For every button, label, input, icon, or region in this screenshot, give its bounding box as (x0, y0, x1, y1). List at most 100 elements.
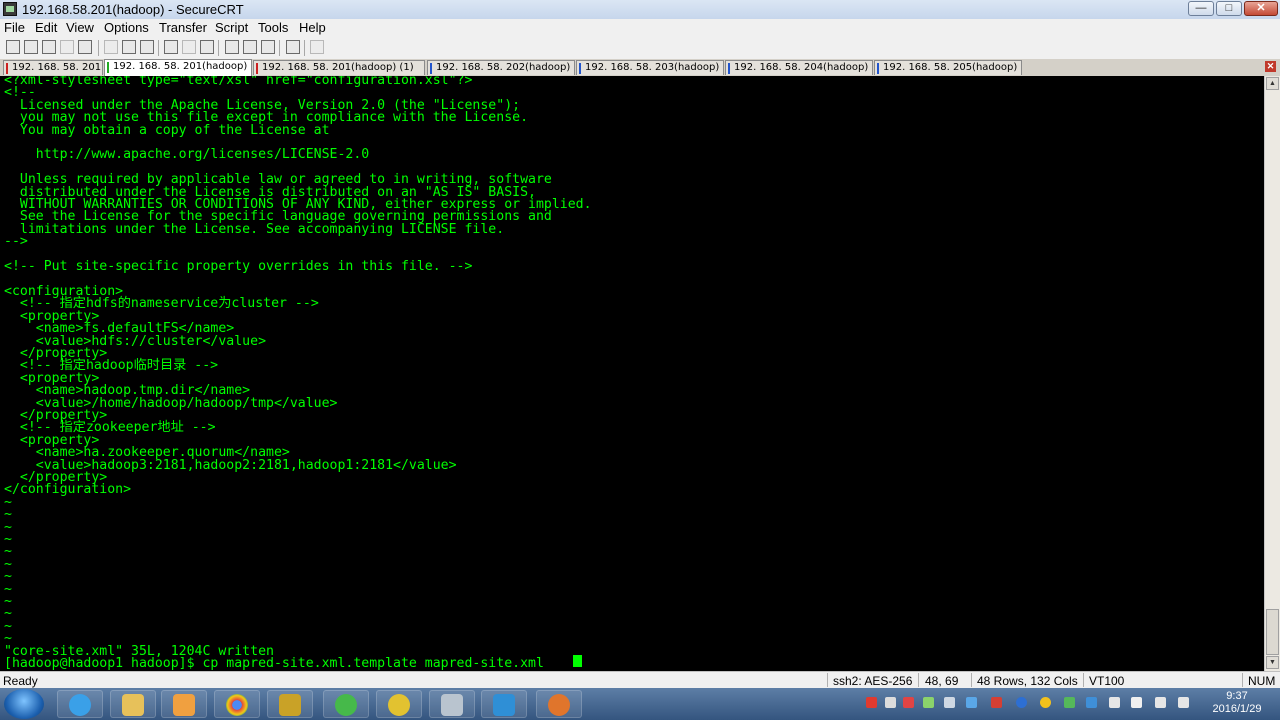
tray-plus-icon[interactable] (1040, 697, 1051, 708)
virtualbox-icon (493, 694, 515, 716)
tray-keyboard-icon[interactable] (1109, 697, 1120, 708)
toolbar-separator (98, 40, 99, 56)
taskbar-ultraedit[interactable] (376, 690, 422, 718)
tray-display-icon[interactable] (1086, 697, 1097, 708)
tab-session-201-hadoop[interactable]: 192. 168. 58. 201(hadoop) (104, 59, 252, 76)
tray-shield-icon[interactable] (944, 697, 955, 708)
ultraedit-icon (388, 694, 410, 716)
taskbar-internet-explorer[interactable] (57, 690, 103, 718)
taskbar-file-explorer[interactable] (110, 690, 156, 718)
browser-360-icon (335, 694, 357, 716)
minimize-to-tray-icon[interactable] (310, 40, 324, 54)
status-emulation: VT100 (1089, 674, 1125, 688)
windows-taskbar: 9:37 2016/1/29 (0, 688, 1280, 720)
keymap-icon[interactable] (261, 40, 275, 54)
toolbar-separator (304, 40, 305, 56)
input-mode-icon[interactable] (885, 697, 896, 708)
menu-transfer[interactable]: Transfer (159, 20, 207, 35)
session-options-icon[interactable] (225, 40, 239, 54)
clock-time: 9:37 (1226, 690, 1248, 702)
toolbar (0, 37, 1280, 60)
print-icon[interactable] (200, 40, 214, 54)
media-player-icon (173, 694, 195, 716)
tab-status-marker (256, 63, 258, 74)
scroll-down-arrow-icon[interactable]: ▼ (1266, 656, 1279, 669)
taskbar-chrome[interactable] (214, 690, 260, 718)
scroll-up-arrow-icon[interactable]: ▲ (1266, 77, 1279, 90)
tray-security-icon[interactable] (991, 697, 1002, 708)
tab-status-marker (430, 63, 432, 74)
taskbar-media-player[interactable] (161, 690, 207, 718)
sogou-input-icon[interactable] (866, 697, 877, 708)
status-terminal-size: 48 Rows, 132 Cols (977, 674, 1078, 688)
paste-icon[interactable] (122, 40, 136, 54)
menu-edit[interactable]: Edit (35, 20, 57, 35)
maximize-button[interactable]: □ (1216, 1, 1242, 16)
tab-session-201-hadoop-1[interactable]: 192. 168. 58. 201(hadoop) (1) (253, 60, 425, 75)
disconnect-icon[interactable] (78, 40, 92, 54)
securecrt-app-icon[interactable] (3, 2, 17, 16)
tab-session-202-hadoop[interactable]: 192. 168. 58. 202(hadoop) (427, 60, 575, 75)
connect-in-tab-icon[interactable] (42, 40, 56, 54)
help-icon[interactable] (286, 40, 300, 54)
bluetooth-icon[interactable] (1016, 697, 1027, 708)
menu-script[interactable]: Script (215, 20, 248, 35)
taskbar-securecrt[interactable] (267, 690, 313, 718)
application-window-icon (441, 694, 463, 716)
global-options-icon[interactable] (243, 40, 257, 54)
menu-bar: File Edit View Options Transfer Script T… (0, 19, 1280, 37)
tab-label: 192. 168. 58. 202(hadoop) (436, 62, 571, 73)
copy-icon[interactable] (104, 40, 118, 54)
menu-help[interactable]: Help (299, 20, 326, 35)
system-clock[interactable]: 9:37 2016/1/29 (1200, 690, 1274, 716)
tray-cloud-icon[interactable] (966, 697, 977, 708)
taskbar-virtualbox[interactable] (481, 690, 527, 718)
scrollbar-thumb[interactable] (1266, 609, 1279, 655)
taskbar-hadoop-app[interactable] (536, 690, 582, 718)
terminal-output: <?xml-stylesheet type="text/xsl" href="c… (4, 76, 592, 671)
print-setup-icon[interactable] (182, 40, 196, 54)
tab-label: 192. 168. 58. 201 (12, 62, 102, 73)
title-bar: 192.168.58.201(hadoop) - SecureCRT — □ ✕ (0, 0, 1280, 20)
terminal-cursor (573, 655, 582, 667)
status-divider (971, 673, 972, 687)
minimize-button[interactable]: — (1188, 1, 1214, 16)
clock-date: 2016/1/29 (1212, 703, 1262, 715)
tab-label: 192. 168. 58. 204(hadoop) (734, 62, 869, 73)
volume-icon[interactable] (1155, 697, 1166, 708)
taskbar-browser-360[interactable] (323, 690, 369, 718)
flag-icon[interactable] (1131, 697, 1142, 708)
status-ready: Ready (3, 674, 38, 688)
status-numlock: NUM (1248, 674, 1276, 688)
menu-file[interactable]: File (4, 20, 25, 35)
tab-session-205-hadoop[interactable]: 192. 168. 58. 205(hadoop) (874, 60, 1022, 75)
menu-options[interactable]: Options (104, 20, 149, 35)
tab-session-203-hadoop[interactable]: 192. 168. 58. 203(hadoop) (576, 60, 724, 75)
tray-network-app-icon[interactable] (923, 697, 934, 708)
menu-view[interactable]: View (66, 20, 94, 35)
find-icon[interactable] (140, 40, 154, 54)
quick-connect-icon[interactable] (24, 40, 38, 54)
close-button[interactable]: ✕ (1244, 1, 1278, 16)
status-bar: Ready ssh2: AES-256 48, 69 48 Rows, 132 … (0, 671, 1280, 689)
session-tab-bar: 192. 168. 58. 201 192. 168. 58. 201(hado… (0, 59, 1280, 76)
securecrt-icon (279, 694, 301, 716)
connect-icon[interactable] (6, 40, 20, 54)
tab-session-201[interactable]: 192. 168. 58. 201 (3, 60, 103, 75)
sftp-icon[interactable] (164, 40, 178, 54)
taskbar-app-window[interactable] (429, 690, 475, 718)
status-divider (827, 673, 828, 687)
toolbar-separator (218, 40, 219, 56)
tray-app-icon[interactable] (903, 697, 914, 708)
reconnect-icon[interactable] (60, 40, 74, 54)
status-divider (918, 673, 919, 687)
network-signal-icon[interactable] (1178, 697, 1189, 708)
close-tab-icon[interactable]: ✕ (1265, 61, 1276, 72)
terminal-screen[interactable]: <?xml-stylesheet type="text/xsl" href="c… (0, 76, 1264, 671)
tab-session-204-hadoop[interactable]: 192. 168. 58. 204(hadoop) (725, 60, 873, 75)
menu-tools[interactable]: Tools (258, 20, 288, 35)
terminal-scrollbar[interactable]: ▲ ▼ (1264, 76, 1280, 671)
tray-guard-icon[interactable] (1064, 697, 1075, 708)
toolbar-separator (279, 40, 280, 56)
start-button[interactable] (4, 689, 44, 719)
